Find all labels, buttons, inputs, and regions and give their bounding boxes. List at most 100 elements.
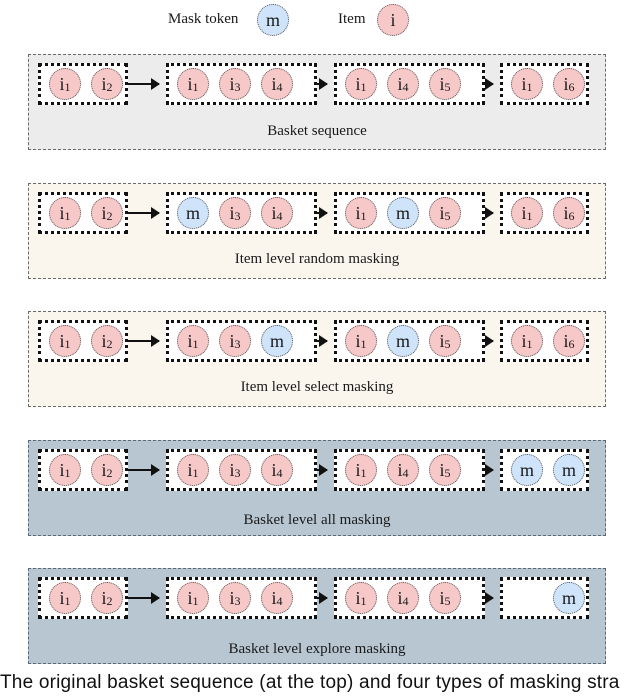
item-icon: i1	[345, 325, 377, 357]
basket: i1 i2	[38, 449, 128, 491]
item-subscript: 6	[568, 337, 575, 351]
item-icon: i4	[387, 582, 419, 614]
item-icon: i1	[511, 68, 543, 100]
item-icon: i3	[219, 325, 251, 357]
panel-title: Basket sequence	[267, 123, 367, 139]
basket: i1 i2	[38, 192, 128, 234]
item-icon: i4	[387, 454, 419, 486]
arrow-icon	[316, 78, 328, 90]
basket: i1 i3 i4	[166, 577, 317, 619]
item-icon: i1	[49, 68, 81, 100]
arrow-icon	[316, 335, 328, 347]
arrow-icon	[316, 207, 328, 219]
item-subscript: 5	[444, 594, 451, 608]
basket: mm	[500, 449, 589, 491]
basket: i1 i2	[38, 320, 128, 362]
item-subscript: 5	[444, 466, 451, 480]
basket: i1 m i5	[334, 320, 485, 362]
arrow-icon	[484, 592, 494, 604]
item-subscript: 1	[64, 594, 71, 608]
item-icon: i5	[429, 454, 461, 486]
mask-token-icon: m	[387, 197, 419, 229]
basket: i1 i4 i5	[334, 577, 485, 619]
item-subscript: 4	[402, 594, 409, 608]
item-subscript: 4	[276, 466, 283, 480]
item-icon: i1	[345, 454, 377, 486]
item-icon: i5	[429, 582, 461, 614]
item-subscript: 3	[234, 80, 241, 94]
arrow-icon	[484, 464, 494, 476]
item-subscript: 1	[360, 209, 367, 223]
item-subscript: 3	[234, 209, 241, 223]
basket: m	[500, 577, 589, 619]
item-icon: i4	[261, 197, 293, 229]
item-icon: i6	[553, 325, 585, 357]
item-icon: i2	[91, 197, 123, 229]
item-icon: i1	[345, 197, 377, 229]
mask-token-icon: m	[511, 454, 543, 486]
item-icon: i1	[49, 325, 81, 357]
arrow-icon	[484, 78, 494, 90]
item-subscript: 6	[568, 209, 575, 223]
arrow-icon	[127, 464, 160, 476]
item-icon: i3	[219, 68, 251, 100]
item-subscript: 1	[64, 209, 71, 223]
item-subscript: 4	[276, 594, 283, 608]
item-subscript: 5	[444, 209, 451, 223]
item-icon: i2	[91, 325, 123, 357]
item-subscript: 1	[192, 80, 199, 94]
item-subscript: 6	[568, 80, 575, 94]
panel-basket-level-explore-masking: i 1 i 2 i 1 i 3 i 4 i 1 i 4 i 5 m Basket level explore ma…	[28, 568, 606, 664]
arrow-icon	[127, 335, 160, 347]
item-icon: i3	[219, 197, 251, 229]
legend-mask-symbol: m	[265, 10, 280, 30]
item-icon: i4	[261, 454, 293, 486]
item-icon: i2	[91, 582, 123, 614]
legend: Mask token m Item i	[0, 2, 640, 38]
item-icon: i1	[511, 325, 543, 357]
legend-item-label: Item	[338, 11, 366, 27]
panel-title: Item level select masking	[240, 379, 394, 395]
basket: m i3 i4	[166, 192, 317, 234]
item-icon: i1	[177, 325, 209, 357]
item-subscript: 1	[360, 80, 367, 94]
panel-item-level-random-masking: i 1 i 2 m i 3 i 4 i 1 m i 5 i 1 i 6 Item level random mask…	[28, 183, 606, 279]
item-subscript: 1	[64, 80, 71, 94]
item-subscript: 1	[64, 337, 71, 351]
figure-caption: The original basket sequence (at the top…	[0, 672, 620, 693]
mask-token-icon: m	[553, 454, 585, 486]
item-subscript: 1	[192, 337, 199, 351]
item-icon: i6	[553, 68, 585, 100]
item-subscript: 3	[234, 594, 241, 608]
arrow-icon	[484, 207, 494, 219]
item-icon: i1	[49, 454, 81, 486]
mask-token-icon: m	[387, 325, 419, 357]
item-icon: i4	[387, 68, 419, 100]
arrow-icon	[127, 78, 160, 90]
item-icon: i3	[219, 582, 251, 614]
mask-token-icon: m	[177, 197, 209, 229]
item-subscript: 2	[106, 466, 113, 480]
arrow-icon	[484, 335, 494, 347]
item-subscript: 4	[402, 80, 409, 94]
item-icon: i1	[511, 197, 543, 229]
item-subscript: 2	[106, 337, 113, 351]
panel-title: Item level random masking	[234, 251, 400, 267]
arrow-icon	[316, 464, 328, 476]
item-subscript: 2	[106, 209, 113, 223]
basket: i1 i6	[500, 192, 589, 234]
panel-basket-sequence: i 1 i 2 i 1 i 3 i 4 i 1 i 4 i 5 i 1 i 6 Basket sequence	[28, 54, 606, 150]
item-icon: i1	[49, 197, 81, 229]
item-icon: i4	[261, 582, 293, 614]
basket: i1 i4 i5	[334, 63, 485, 105]
mask-token-icon: m	[261, 325, 293, 357]
legend-item-icon: i	[377, 4, 409, 36]
basket: i1 i4 i5	[334, 449, 485, 491]
item-subscript: 1	[360, 594, 367, 608]
item-icon: i6	[553, 197, 585, 229]
arrow-icon	[127, 592, 160, 604]
item-subscript: 1	[526, 209, 533, 223]
item-subscript: 1	[192, 594, 199, 608]
item-icon: i5	[429, 325, 461, 357]
legend-item-symbol: i	[390, 10, 396, 30]
